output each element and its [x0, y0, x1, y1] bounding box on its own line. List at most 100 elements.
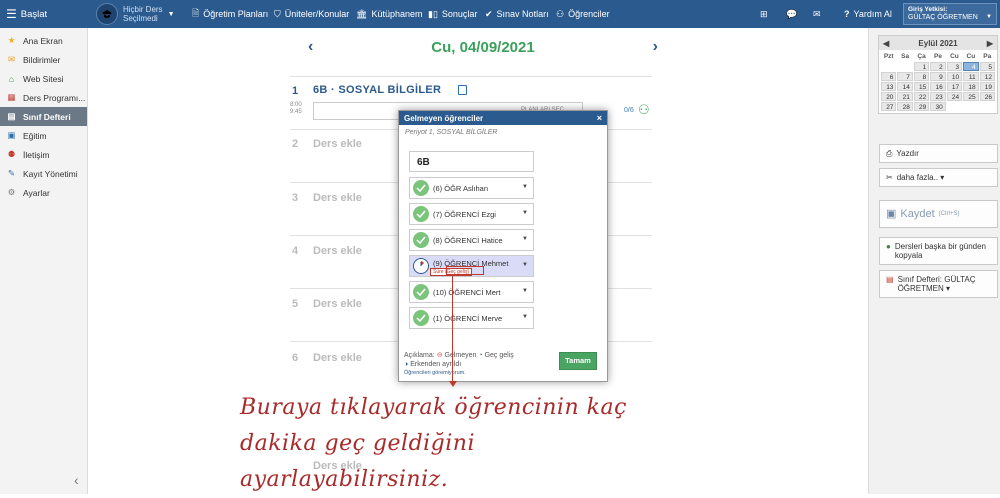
notebook-icon: ▤: [7, 111, 16, 121]
nav-library[interactable]: 🏛 Kütüphanem: [356, 0, 422, 28]
nav-exam-grades[interactable]: ✔ Sınav Notları: [485, 0, 549, 28]
calendar-day[interactable]: 22: [913, 92, 930, 101]
copy-icon[interactable]: [458, 85, 467, 95]
date-navigation: ‹ Cu, 04/09/2021 ›: [308, 38, 658, 56]
collapse-sidebar-button[interactable]: ‹: [74, 472, 79, 488]
mail-icon[interactable]: ✉: [813, 0, 821, 28]
attendance-count[interactable]: 0/6: [624, 107, 634, 114]
calendar-day[interactable]: 21: [897, 92, 913, 101]
calendar-day[interactable]: 1: [913, 62, 930, 71]
calendar-prev-icon[interactable]: ◀: [883, 39, 889, 48]
student-select[interactable]: (6) ÖĞR Aslıhan ▼: [409, 177, 534, 199]
students-icon: ⚇: [556, 8, 565, 19]
calendar-day[interactable]: 14: [897, 82, 913, 91]
sidebar-item-notifications[interactable]: ✉ Bildirimler: [0, 50, 87, 69]
sidebar-item-website[interactable]: ⌂ Web Sitesi: [0, 69, 87, 88]
calendar-day[interactable]: 5: [979, 62, 995, 71]
notebook-icon: ▤: [886, 275, 894, 284]
nav-units-topics[interactable]: ⛉ Üniteler/Konular: [274, 0, 349, 28]
people-icon: ⚉: [7, 149, 16, 159]
briefcase-icon: ▣: [7, 130, 16, 140]
help-button[interactable]: ? Yardım Al: [844, 0, 892, 28]
dialog-title: Gelmeyen öğrenciler: [404, 114, 484, 123]
calendar-day[interactable]: 19: [979, 82, 995, 91]
calendar-day[interactable]: 25: [963, 92, 979, 101]
present-check-icon: [413, 284, 429, 300]
print-button[interactable]: ⎙ Yazdır: [879, 144, 998, 163]
cant-see-students-link[interactable]: Öğrencileri göremiyorum.: [404, 369, 514, 378]
sidebar-item-settings[interactable]: ⚙ Ayarlar: [0, 183, 87, 202]
student-select[interactable]: (7) ÖĞRENCİ Ezgi ▼: [409, 203, 534, 225]
sidebar-item-registration[interactable]: ✎ Kayıt Yönetimi: [0, 164, 87, 183]
calendar-day[interactable]: 7: [897, 72, 913, 81]
calendar-day[interactable]: 3: [946, 62, 963, 71]
calendar-day[interactable]: 24: [946, 92, 963, 101]
calendar-day[interactable]: 29: [913, 102, 930, 111]
screen-icon[interactable]: ⊞: [760, 0, 768, 28]
period-number: 3: [292, 192, 299, 204]
class-book-menu[interactable]: ▤ Sınıf Defteri: GÜLTAÇ ÖĞRETMEN ▾: [879, 270, 998, 298]
start-menu-button[interactable]: ☰ Başlat: [6, 0, 47, 28]
calendar-day[interactable]: 2: [930, 62, 946, 71]
login-box[interactable]: Giriş Yetkisi: GÜLTAÇ ÖĞRETMEN ▼: [903, 3, 997, 25]
legend: Açıklama: ⊖ Gelmeyen ◔ Geç geliş ◑ Erken…: [404, 352, 514, 378]
login-label: Giriş Yetkisi:: [908, 6, 948, 13]
ok-button[interactable]: Tamam: [559, 352, 597, 370]
chevron-down-icon: ▼: [522, 288, 528, 294]
late-icon: ◔: [478, 352, 483, 359]
student-select[interactable]: (10) ÖĞRENCİ Mert ▼: [409, 281, 534, 303]
sidebar-item-communication[interactable]: ⚉ İletişim: [0, 145, 87, 164]
calendar-day[interactable]: 20: [881, 92, 897, 101]
calendar-day[interactable]: 11: [963, 72, 979, 81]
calendar-day-header: Pzt: [883, 53, 894, 60]
calendar-empty-cell: [881, 62, 896, 71]
calendar-day[interactable]: 16: [930, 82, 946, 91]
save-button[interactable]: ▣ Kaydet (Ctrl+S): [879, 200, 998, 228]
calendar-day[interactable]: 4: [963, 62, 979, 71]
calendar-day[interactable]: 18: [963, 82, 979, 91]
student-select[interactable]: (8) ÖĞRENCİ Hatice ▼: [409, 229, 534, 251]
tools-icon: ✂: [886, 173, 893, 182]
student-select[interactable]: (1) ÖĞRENCİ Merve ▼: [409, 307, 534, 329]
copy-lessons-button[interactable]: ● Dersleri başka bir günden kopyala: [879, 237, 998, 265]
calendar-day[interactable]: 15: [913, 82, 930, 91]
sidebar-item-home[interactable]: ★ Ana Ekran: [0, 31, 87, 50]
sidebar-item-schedule[interactable]: ▦ Ders Programı...: [0, 88, 87, 107]
course-selector[interactable]: Hiçbir Ders Seçilmedi ▼: [96, 3, 175, 25]
calendar-day[interactable]: 6: [881, 72, 897, 81]
more-button[interactable]: ✂ daha fazla.. ▾: [879, 168, 998, 187]
nav-teaching-plans[interactable]: 🗎 Öğretim Planları: [192, 0, 268, 28]
calendar-day[interactable]: 17: [946, 82, 963, 91]
calendar-day[interactable]: 13: [881, 82, 897, 91]
students-icon[interactable]: ⚇: [638, 102, 650, 118]
calendar-day[interactable]: 30: [930, 102, 946, 111]
calendar-day[interactable]: 27: [881, 102, 897, 111]
calendar-day[interactable]: 9: [930, 72, 946, 81]
add-lesson-link[interactable]: Ders ekle: [313, 245, 362, 257]
sidebar-item-class-book[interactable]: ▤ Sınıf Defteri: [0, 107, 87, 126]
calendar-day[interactable]: 23: [930, 92, 946, 101]
add-lesson-link[interactable]: Ders ekle: [313, 138, 362, 150]
next-day-button[interactable]: ›: [653, 38, 658, 56]
calendar-day[interactable]: 8: [913, 72, 930, 81]
add-lesson-link[interactable]: Ders ekle: [313, 298, 362, 310]
calendar-grid: Pzt Sa Ça Pe Cu Cu Pa 1 2 3 4 5 6 7 8 9 10 11 12 13 14 15 16 17…: [879, 50, 997, 113]
sidebar-item-education[interactable]: ▣ Eğitim: [0, 126, 87, 145]
calendar-day[interactable]: 10: [946, 72, 963, 81]
calendar-day[interactable]: 28: [897, 102, 913, 111]
calendar: ◀ Eylül 2021 ▶ Pzt Sa Ça Pe Cu Cu Pa 1 2 3 4 5 6 7 8 9 1…: [878, 35, 998, 114]
nav-students[interactable]: ⚇ Öğrenciler: [556, 0, 610, 28]
calendar-day[interactable]: 12: [979, 72, 995, 81]
add-lesson-link[interactable]: Ders ekle: [313, 192, 362, 204]
prev-day-button[interactable]: ‹: [308, 38, 313, 56]
close-icon[interactable]: ×: [597, 113, 602, 123]
calendar-day-header: Pa: [983, 53, 992, 60]
document-icon: 🗎: [192, 8, 200, 18]
calendar-day[interactable]: 26: [979, 92, 995, 101]
calendar-next-icon[interactable]: ▶: [987, 39, 993, 48]
course-icon: [96, 3, 118, 25]
chat-icon[interactable]: 💬: [786, 0, 797, 28]
add-lesson-link[interactable]: Ders ekle: [313, 352, 362, 364]
nav-results[interactable]: ▮▯ Sonuçlar: [428, 0, 477, 28]
lesson-title[interactable]: 6B · SOSYAL BİLGİLER: [313, 84, 441, 96]
